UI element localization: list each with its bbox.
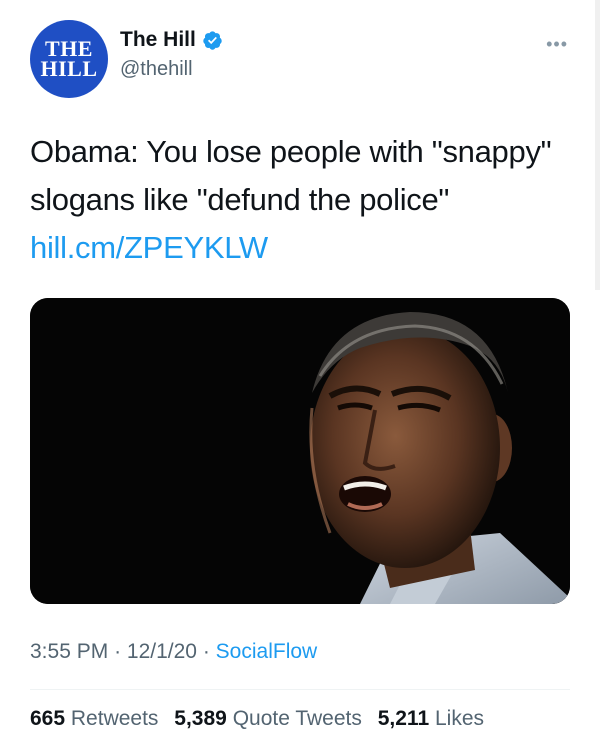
verified-badge-icon — [203, 30, 222, 50]
author-handle[interactable]: @thehill — [120, 58, 223, 81]
retweets-label: Retweets — [70, 707, 159, 730]
photo-illustration — [30, 298, 570, 604]
retweets-stat[interactable]: 665 Retweets — [30, 707, 158, 731]
tweet-media-photo[interactable] — [30, 298, 570, 604]
tweet-date[interactable]: 12/1/20 — [127, 640, 197, 663]
tweet-text: Obama: You lose people with "snappy" slo… — [30, 128, 570, 272]
quote-tweets-count: 5,389 — [174, 707, 227, 730]
tweet-time[interactable]: 3:55 PM — [30, 640, 108, 663]
tweet-page: THE HILL The Hill @thehill ••• Obama: Yo… — [0, 0, 600, 744]
author-display-name[interactable]: The Hill — [120, 28, 196, 52]
likes-label: Likes — [434, 707, 485, 730]
tweet-body: Obama: You lose people with "snappy" slo… — [30, 134, 552, 217]
avatar[interactable]: THE HILL — [30, 20, 108, 98]
tweet-link[interactable]: hill.cm/ZPEYKLW — [30, 230, 268, 265]
meta-separator: · — [114, 640, 122, 663]
author-info: The Hill @thehill — [120, 28, 223, 81]
scrollbar-track[interactable] — [595, 0, 600, 290]
avatar-logo-line-2: HILL — [40, 56, 98, 81]
meta-separator: · — [202, 640, 210, 663]
quote-tweets-stat[interactable]: 5,389 Quote Tweets — [174, 707, 362, 731]
tweet-stats: 665 Retweets 5,389 Quote Tweets 5,211 Li… — [30, 707, 494, 731]
author-name-row[interactable]: The Hill — [120, 28, 223, 52]
tweet-meta: 3:55 PM · 12/1/20 · SocialFlow — [30, 640, 317, 664]
more-dots-icon[interactable]: ••• — [546, 34, 568, 55]
divider — [30, 689, 570, 690]
likes-stat[interactable]: 5,211 Likes — [378, 707, 484, 731]
quote-tweets-label: Quote Tweets — [232, 707, 362, 730]
retweets-count: 665 — [30, 707, 66, 730]
tweet-header: THE HILL The Hill @thehill ••• — [30, 20, 570, 100]
tweet-source[interactable]: SocialFlow — [216, 640, 318, 663]
likes-count: 5,211 — [377, 707, 430, 730]
